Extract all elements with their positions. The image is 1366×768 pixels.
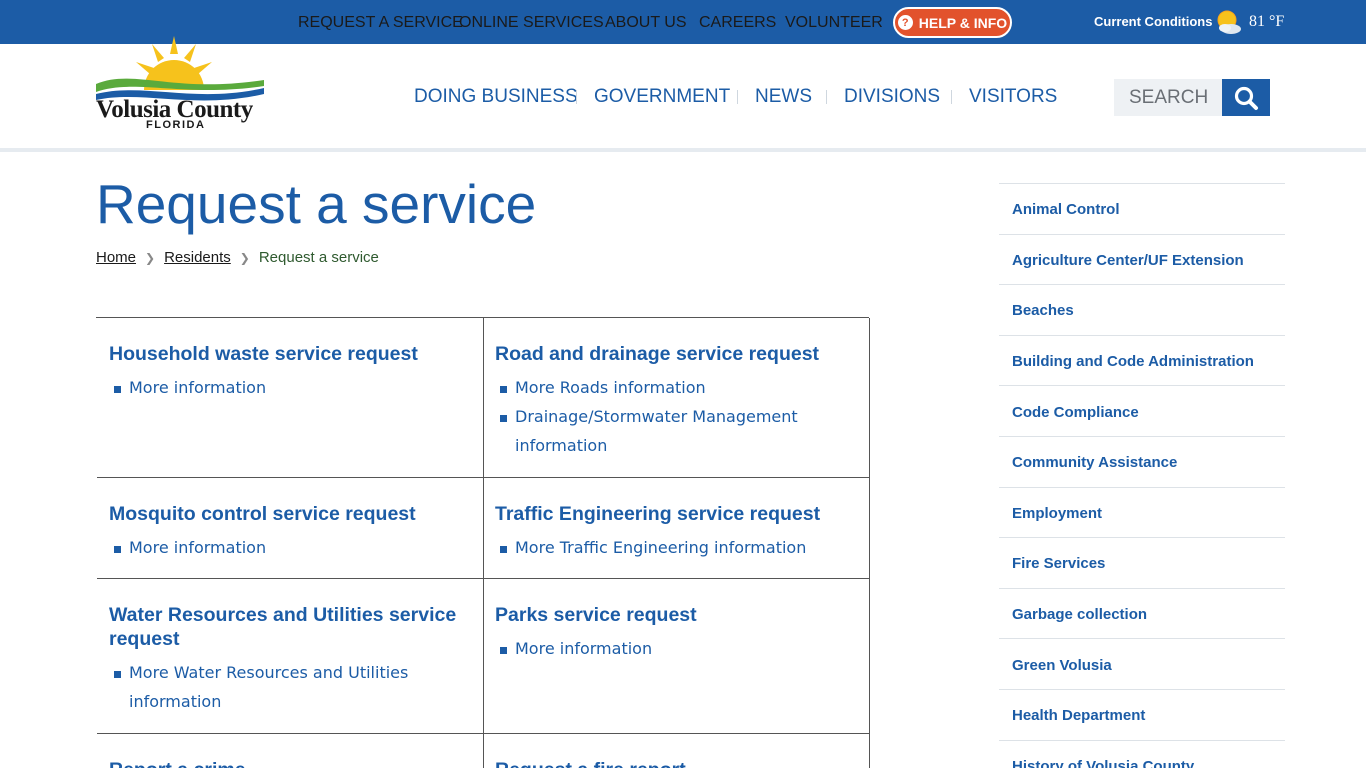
- breadcrumb-home[interactable]: Home: [96, 249, 136, 266]
- breadcrumb-residents[interactable]: Residents: [164, 249, 231, 266]
- sidebar: Animal Control Agriculture Center/UF Ext…: [999, 183, 1285, 768]
- top-link-volunteer[interactable]: VOLUNTEER: [785, 14, 883, 32]
- chevron-right-icon: ❯: [145, 250, 156, 265]
- sidebar-item: Building and Code Administration: [999, 336, 1285, 387]
- current-conditions-label: Current Conditions: [1094, 14, 1213, 29]
- sidebar-link-beaches[interactable]: Beaches: [1012, 302, 1074, 319]
- top-link-request-service[interactable]: REQUEST A SERVICE: [298, 14, 463, 32]
- services-grid: Household waste service request More inf…: [96, 317, 870, 768]
- sidebar-item: Green Volusia: [999, 639, 1285, 690]
- search-input[interactable]: SEARCH: [1114, 79, 1222, 116]
- nav-visitors[interactable]: VISITORS: [969, 86, 1057, 108]
- more-roads-info-link[interactable]: More Roads information: [495, 373, 857, 402]
- sidebar-link-community-assistance[interactable]: Community Assistance: [1012, 454, 1177, 471]
- nav-news[interactable]: NEWS: [755, 86, 812, 108]
- service-card: Request a fire report: [483, 734, 870, 768]
- service-card: Mosquito control service request More in…: [97, 478, 484, 579]
- chevron-right-icon: ❯: [239, 250, 250, 265]
- service-link-mosquito-control[interactable]: Mosquito control service request: [109, 502, 471, 526]
- sidebar-item: Agriculture Center/UF Extension: [999, 235, 1285, 286]
- service-link-parks[interactable]: Parks service request: [495, 603, 857, 627]
- more-info-link[interactable]: More information: [109, 533, 471, 562]
- sidebar-link-agriculture-center[interactable]: Agriculture Center/UF Extension: [1012, 252, 1244, 269]
- breadcrumb: Home ❯ Residents ❯ Request a service: [96, 249, 379, 266]
- sidebar-item: Garbage collection: [999, 589, 1285, 640]
- sidebar-item: Health Department: [999, 690, 1285, 741]
- top-link-about-us[interactable]: ABOUT US: [605, 14, 687, 32]
- sidebar-item: Beaches: [999, 285, 1285, 336]
- service-link-traffic-engineering[interactable]: Traffic Engineering service request: [495, 502, 857, 526]
- top-link-online-services[interactable]: ONLINE SERVICES: [459, 14, 604, 32]
- drainage-info-link[interactable]: Drainage/Stormwater Management informati…: [495, 402, 857, 460]
- more-info-link[interactable]: More information: [109, 373, 471, 402]
- question-icon: ?: [897, 15, 913, 30]
- nav-doing-business[interactable]: DOING BUSINESS: [414, 86, 578, 108]
- top-link-careers[interactable]: CAREERS: [699, 14, 776, 32]
- more-info-link[interactable]: More information: [495, 634, 857, 663]
- nav-divider: [951, 90, 952, 104]
- sidebar-link-building-code[interactable]: Building and Code Administration: [1012, 353, 1254, 370]
- service-card: Report a crime: [97, 734, 484, 768]
- water-info-link[interactable]: More Water Resources and Utilities infor…: [109, 658, 471, 716]
- logo-state: FLORIDA: [146, 119, 206, 131]
- sidebar-item: Fire Services: [999, 538, 1285, 589]
- sidebar-link-code-compliance[interactable]: Code Compliance: [1012, 404, 1139, 421]
- sidebar-item: History of Volusia County: [999, 741, 1285, 768]
- sidebar-item: Animal Control: [999, 184, 1285, 235]
- help-info-button[interactable]: ? HELP & INFO: [893, 7, 1012, 38]
- search-icon: [1234, 86, 1258, 110]
- sidebar-link-green-volusia[interactable]: Green Volusia: [1012, 657, 1112, 674]
- breadcrumb-current: Request a service: [258, 249, 379, 266]
- sidebar-link-history[interactable]: History of Volusia County: [1012, 758, 1194, 768]
- page-title: Request a service: [96, 173, 537, 235]
- nav-divider: [826, 90, 827, 104]
- service-card: Household waste service request More inf…: [97, 318, 484, 478]
- service-card: Water Resources and Utilities service re…: [97, 579, 484, 734]
- service-link-report-crime[interactable]: Report a crime: [109, 758, 471, 768]
- service-card: Parks service request More information: [483, 579, 870, 734]
- help-info-label: HELP & INFO: [918, 14, 1008, 31]
- nav-divider: [737, 90, 738, 104]
- service-link-fire-report[interactable]: Request a fire report: [495, 758, 857, 768]
- nav-divider: [576, 90, 577, 104]
- sidebar-link-health-department[interactable]: Health Department: [1012, 707, 1145, 724]
- temperature: 81 °F: [1249, 13, 1285, 30]
- sidebar-link-animal-control[interactable]: Animal Control: [1012, 201, 1120, 218]
- sidebar-link-fire-services[interactable]: Fire Services: [1012, 555, 1105, 572]
- service-link-water-resources[interactable]: Water Resources and Utilities service re…: [109, 603, 471, 651]
- service-link-household-waste[interactable]: Household waste service request: [109, 342, 471, 366]
- service-card: Traffic Engineering service request More…: [483, 478, 870, 579]
- sidebar-item: Community Assistance: [999, 437, 1285, 488]
- service-card: Road and drainage service request More R…: [483, 318, 870, 478]
- sidebar-item: Code Compliance: [999, 386, 1285, 437]
- nav-divisions[interactable]: DIVISIONS: [844, 86, 940, 108]
- partly-sunny-icon: [1217, 10, 1241, 34]
- search-button[interactable]: [1222, 79, 1270, 116]
- traffic-info-link[interactable]: More Traffic Engineering information: [495, 533, 857, 562]
- sidebar-link-employment[interactable]: Employment: [1012, 505, 1102, 522]
- nav-government[interactable]: GOVERNMENT: [594, 86, 730, 108]
- sidebar-item: Employment: [999, 488, 1285, 539]
- service-link-road-drainage[interactable]: Road and drainage service request: [495, 342, 857, 366]
- sidebar-link-garbage-collection[interactable]: Garbage collection: [1012, 606, 1147, 623]
